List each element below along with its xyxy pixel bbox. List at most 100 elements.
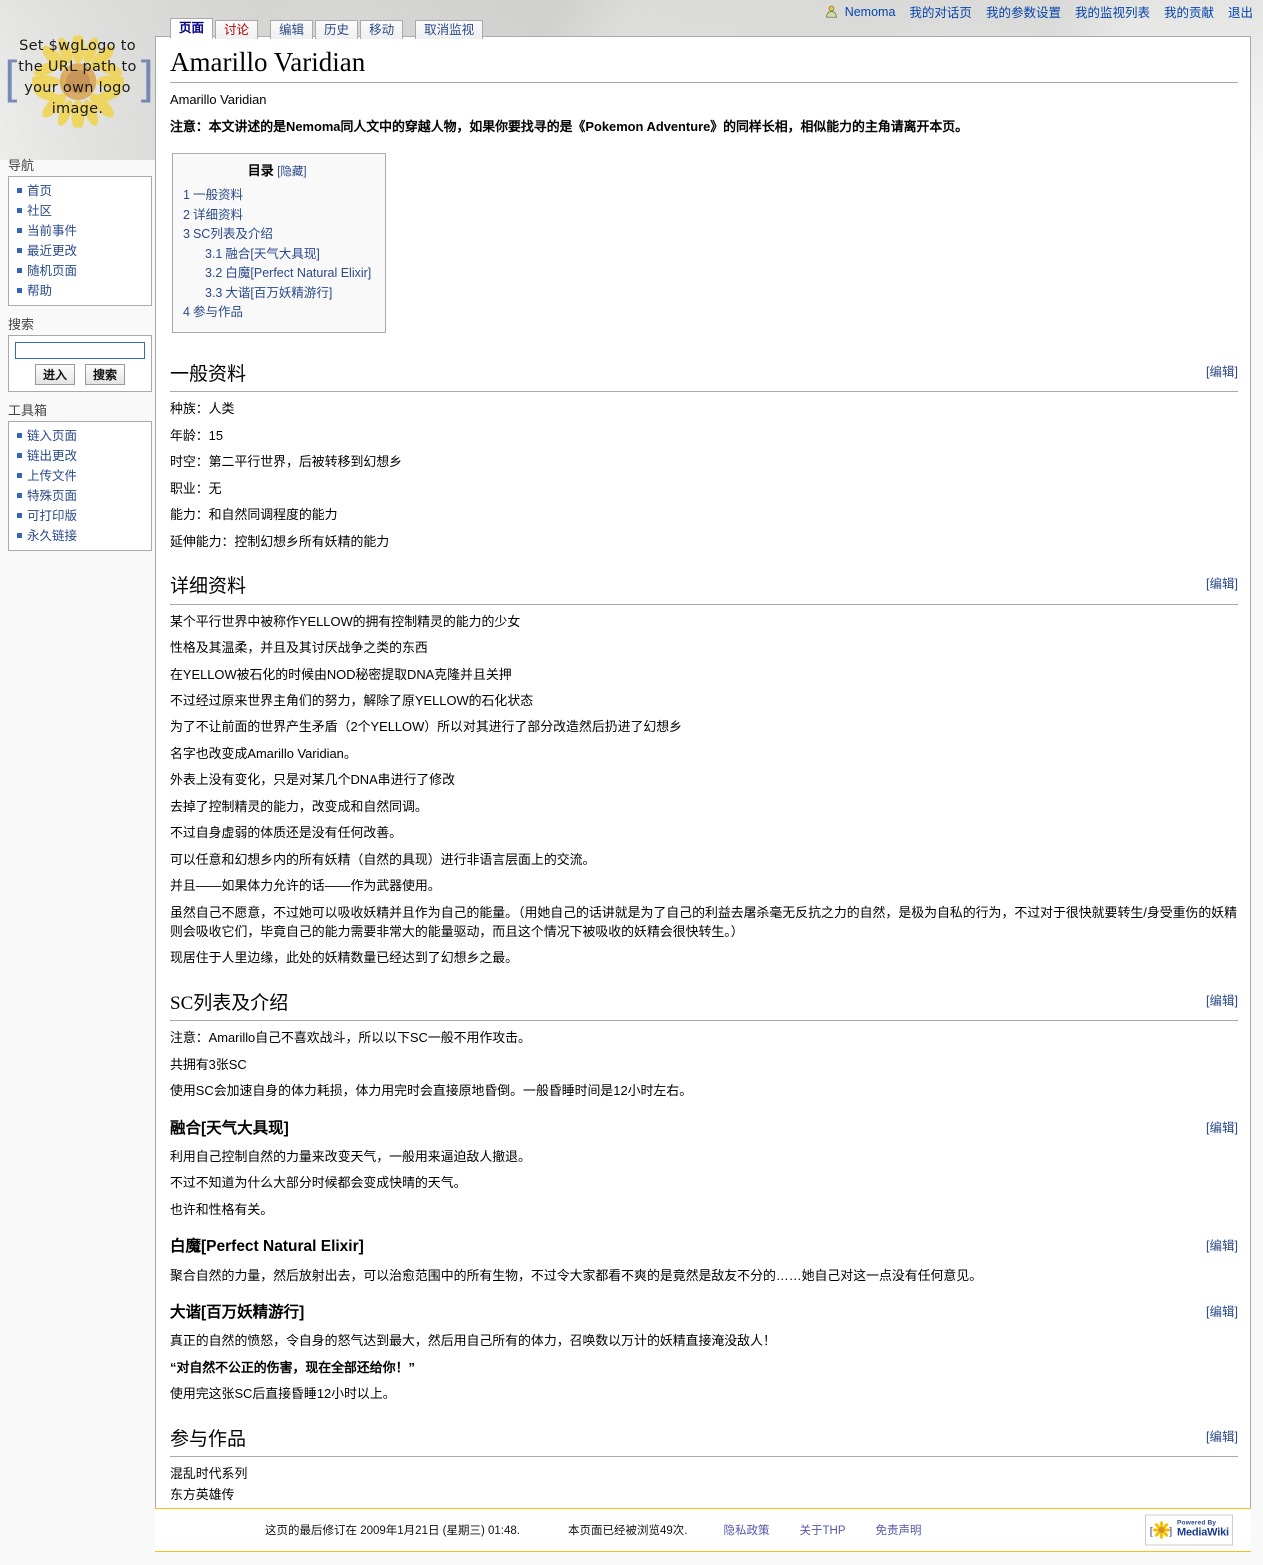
section-title-sc: SC列表及介绍 bbox=[170, 992, 289, 1014]
tab-edit-link[interactable]: 编辑 bbox=[279, 23, 304, 37]
sidebar-item-specialpages[interactable]: 特殊页面 bbox=[9, 486, 151, 506]
toc-toggle-link[interactable]: [隐藏] bbox=[277, 166, 306, 178]
edit-section-sc-link[interactable]: [编辑] bbox=[1206, 994, 1238, 1008]
edit-section-elixir[interactable]: [编辑] bbox=[1206, 1237, 1238, 1256]
footer-link-disclaimer[interactable]: 免责声明 bbox=[876, 1525, 922, 1537]
personal-item-watchlist[interactable]: 我的监视列表 bbox=[1075, 2, 1150, 21]
tab-discussion-link[interactable]: 讨论 bbox=[224, 23, 249, 37]
toc-item-3[interactable]: 3 SC列表及介绍 3.1 融合[天气大具现] 3.2 白魔[Perfect Natu… bbox=[183, 225, 371, 303]
sidebar-link-relatedchanges[interactable]: 链出更改 bbox=[27, 449, 77, 463]
edit-section-details-link[interactable]: [编辑] bbox=[1206, 577, 1238, 591]
subsection-heading-fusion: 融合[天气大具现] [编辑] bbox=[170, 1117, 1238, 1140]
toc-item-3-1[interactable]: 3.1 融合[天气大具现] bbox=[205, 245, 371, 265]
personal-link-talk[interactable]: 我的对话页 bbox=[909, 6, 972, 20]
toc-item-1[interactable]: 1 一般资料 bbox=[183, 186, 371, 206]
sidebar-link-community[interactable]: 社区 bbox=[27, 204, 52, 218]
sidebar-link-specialpages[interactable]: 特殊页面 bbox=[27, 489, 77, 503]
sidebar-item-relatedchanges[interactable]: 链出更改 bbox=[9, 446, 151, 466]
sidebar-link-randompage[interactable]: 随机页面 bbox=[27, 264, 77, 278]
tab-page[interactable]: 页面 bbox=[170, 18, 214, 39]
toc-item-2[interactable]: 2 详细资料 bbox=[183, 206, 371, 226]
tab-discussion[interactable]: 讨论 bbox=[215, 20, 259, 39]
edit-section-works-link[interactable]: [编辑] bbox=[1206, 1430, 1238, 1444]
personal-username-link[interactable]: Nemoma bbox=[845, 5, 896, 19]
details-line-0: 某个平行世界中被称作YELLOW的拥有控制精灵的能力的少女 bbox=[170, 613, 521, 629]
personal-username-item[interactable]: Nemoma bbox=[825, 4, 895, 19]
personal-item-logout[interactable]: 退出 bbox=[1228, 2, 1253, 21]
edit-section-fusion[interactable]: [编辑] bbox=[1206, 1119, 1238, 1138]
search-input[interactable] bbox=[15, 342, 145, 359]
footer-link-about[interactable]: 关于THP bbox=[800, 1525, 846, 1537]
toc-link-3[interactable]: 3 SC列表及介绍 bbox=[183, 227, 273, 241]
personal-item-preferences[interactable]: 我的参数设置 bbox=[986, 2, 1061, 21]
toc-link-3-3[interactable]: 3.3 大谐[百万妖精游行] bbox=[205, 286, 332, 300]
search-go-button[interactable] bbox=[34, 364, 75, 385]
sidebar-item-permalink[interactable]: 永久链接 bbox=[9, 526, 151, 546]
sidebar-link-help[interactable]: 帮助 bbox=[27, 284, 52, 298]
powered-by-mediawiki-badge[interactable]: [ ] Powered By MediaWiki bbox=[1145, 1514, 1233, 1546]
sidebar-link-whatlinkshere[interactable]: 链入页面 bbox=[27, 429, 77, 443]
toc-item-3-3[interactable]: 3.3 大谐[百万妖精游行] bbox=[205, 284, 371, 304]
tab-history[interactable]: 历史 bbox=[315, 20, 359, 39]
edit-section-general[interactable]: [编辑] bbox=[1206, 363, 1238, 382]
toc-link-2[interactable]: 2 详细资料 bbox=[183, 208, 243, 222]
details-line-10: 并且——如果体力允许的话——作为武器使用。 bbox=[170, 878, 441, 894]
sidebar-item-community[interactable]: 社区 bbox=[9, 201, 151, 221]
search-fulltext-button[interactable] bbox=[85, 364, 126, 385]
sidebar-item-recentchanges[interactable]: 最近更改 bbox=[9, 241, 151, 261]
edit-section-details[interactable]: [编辑] bbox=[1206, 575, 1238, 594]
sidebar-item-mainpage[interactable]: 首页 bbox=[9, 181, 151, 201]
personal-link-preferences[interactable]: 我的参数设置 bbox=[986, 6, 1061, 20]
sidebar-link-printable[interactable]: 可打印版 bbox=[27, 509, 77, 523]
sidebar-item-printable[interactable]: 可打印版 bbox=[9, 506, 151, 526]
fusion-line-2: 也许和性格有关。 bbox=[170, 1201, 274, 1217]
personal-item-talk[interactable]: 我的对话页 bbox=[909, 2, 972, 21]
sidebar-link-recentchanges[interactable]: 最近更改 bbox=[27, 244, 77, 258]
article-body: Amarillo Varidian 注意：本文讲述的是Nemoma同人文中的穿越… bbox=[170, 90, 1238, 1505]
tab-history-link[interactable]: 历史 bbox=[324, 23, 349, 37]
edit-section-general-link[interactable]: [编辑] bbox=[1206, 365, 1238, 379]
footer-item-privacy[interactable]: 隐私政策 bbox=[724, 1522, 770, 1538]
toc-link-1[interactable]: 1 一般资料 bbox=[183, 188, 243, 202]
footer-link-privacy[interactable]: 隐私政策 bbox=[724, 1525, 770, 1537]
edit-section-sc[interactable]: [编辑] bbox=[1206, 992, 1238, 1011]
sidebar-item-upload[interactable]: 上传文件 bbox=[9, 466, 151, 486]
edit-section-parade-link[interactable]: [编辑] bbox=[1206, 1305, 1238, 1319]
sidebar-heading-toolbox: 工具箱 bbox=[8, 403, 48, 418]
toc-link-3-2[interactable]: 3.2 白魔[Perfect Natural Elixir] bbox=[205, 266, 371, 280]
toc-item-4[interactable]: 4 参与作品 bbox=[183, 303, 371, 323]
tab-unwatch[interactable]: 取消监视 bbox=[415, 20, 484, 39]
toc-toggle[interactable]: [隐藏] bbox=[277, 166, 306, 178]
toc-sublist-3: 3.1 融合[天气大具现] 3.2 白魔[Perfect Natural Elixi… bbox=[205, 245, 371, 304]
details-line-3: 不过经过原来世界主角们的努力，解除了原YELLOW的石化状态 bbox=[170, 692, 534, 708]
site-logo[interactable]: [ ] Set $wgLogo to the URL path to your … bbox=[0, 0, 155, 155]
sidebar-item-randompage[interactable]: 随机页面 bbox=[9, 261, 151, 281]
sidebar-link-upload[interactable]: 上传文件 bbox=[27, 469, 77, 483]
sidebar-link-permalink[interactable]: 永久链接 bbox=[27, 529, 77, 543]
edit-section-fusion-link[interactable]: [编辑] bbox=[1206, 1121, 1238, 1135]
sidebar-link-currentevents[interactable]: 当前事件 bbox=[27, 224, 77, 238]
tab-move-link[interactable]: 移动 bbox=[369, 23, 394, 37]
personal-link-watchlist[interactable]: 我的监视列表 bbox=[1075, 6, 1150, 20]
personal-link-contributions[interactable]: 我的贡献 bbox=[1164, 6, 1214, 20]
works-line-0: 混乱时代系列 bbox=[170, 1466, 248, 1482]
sidebar-item-currentevents[interactable]: 当前事件 bbox=[9, 221, 151, 241]
edit-section-works[interactable]: [编辑] bbox=[1206, 1428, 1238, 1447]
footer-item-about[interactable]: 关于THP bbox=[800, 1522, 846, 1538]
tab-page-link[interactable]: 页面 bbox=[179, 21, 204, 35]
toc-link-4[interactable]: 4 参与作品 bbox=[183, 305, 243, 319]
svg-text:[: [ bbox=[1150, 1524, 1154, 1538]
sidebar-item-help[interactable]: 帮助 bbox=[9, 281, 151, 301]
tab-move[interactable]: 移动 bbox=[360, 20, 404, 39]
personal-item-contributions[interactable]: 我的贡献 bbox=[1164, 2, 1214, 21]
edit-section-elixir-link[interactable]: [编辑] bbox=[1206, 1239, 1238, 1253]
footer-item-disclaimer[interactable]: 免责声明 bbox=[876, 1522, 922, 1538]
personal-link-logout[interactable]: 退出 bbox=[1228, 6, 1253, 20]
edit-section-parade[interactable]: [编辑] bbox=[1206, 1303, 1238, 1322]
sidebar-link-mainpage[interactable]: 首页 bbox=[27, 184, 52, 198]
tab-edit[interactable]: 编辑 bbox=[270, 20, 314, 39]
tab-unwatch-link[interactable]: 取消监视 bbox=[424, 23, 474, 37]
toc-item-3-2[interactable]: 3.2 白魔[Perfect Natural Elixir] bbox=[205, 264, 371, 284]
toc-link-3-1[interactable]: 3.1 融合[天气大具现] bbox=[205, 247, 320, 261]
sidebar-item-whatlinkshere[interactable]: 链入页面 bbox=[9, 426, 151, 446]
